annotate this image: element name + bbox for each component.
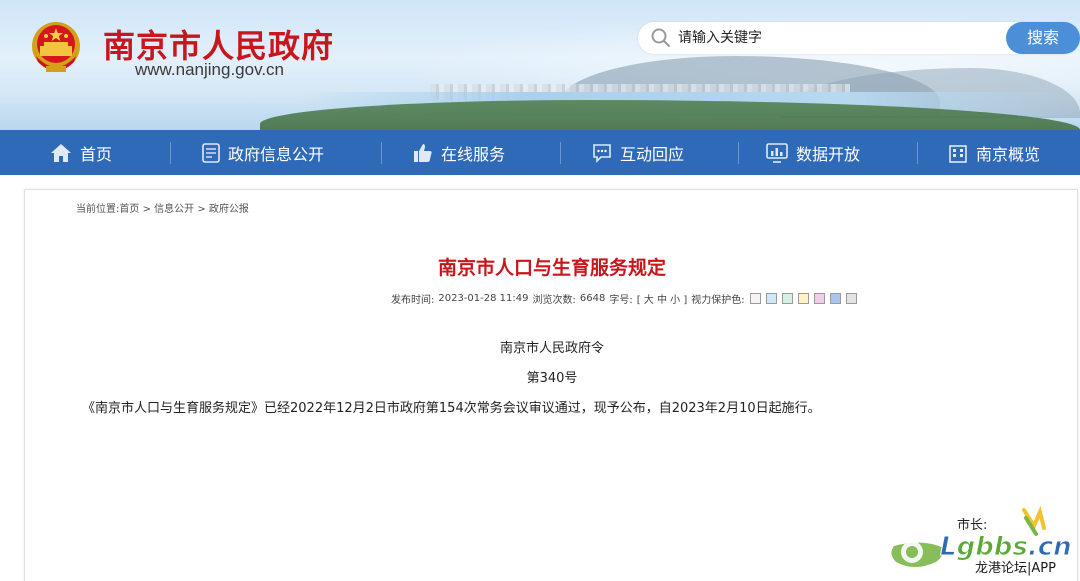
article-title: 南京市人口与生育服务规定 (437, 257, 666, 279)
nav-item-label: 首页 (80, 144, 113, 164)
nav-item-label: 数据开放 (796, 144, 861, 164)
chat-icon (593, 143, 611, 163)
publish-time: 2023-01-28 11:49 (438, 293, 529, 304)
nav-item-open-data[interactable]: 数据开放 (766, 130, 860, 175)
nav-item-label: 南京概览 (976, 144, 1041, 164)
eye-care-label: 视力保护色: (691, 295, 745, 306)
eye-care-swatch[interactable] (749, 293, 761, 304)
breadcrumb: 当前位置:首页 > 信息公开 > 政府公报 (76, 200, 249, 215)
nav-item-nanjing-overview[interactable]: 南京概览 (948, 130, 1040, 175)
eye-care-swatch[interactable] (829, 293, 841, 304)
nav-item-label: 政府信息公开 (228, 144, 325, 164)
nav-item-home[interactable]: 首页 (50, 130, 112, 175)
nav-divider (738, 142, 739, 164)
search-button[interactable]: 搜索 (1006, 22, 1080, 54)
issuer: 南京市人民政府令 (499, 341, 604, 356)
nav-divider (560, 142, 561, 164)
watermark-caption: 龙港论坛|APP (975, 561, 1056, 576)
search-input[interactable] (678, 26, 998, 50)
search-icon (651, 28, 670, 47)
national-emblem-icon (32, 22, 80, 72)
publish-time-label: 发布时间: (391, 295, 435, 306)
nav-item-gov-info[interactable]: 政府信息公开 (202, 130, 324, 175)
site-url[interactable]: www.nanjing.gov.cn (135, 60, 284, 80)
font-size-label: 字号: (609, 295, 633, 306)
main-nav: 首页 政府信息公开 在线服务 互动回应 数据开放 南京概览 (0, 130, 1080, 175)
font-size-switcher[interactable]: [ 大 中 小 ] (637, 291, 688, 306)
nav-item-label: 互动回应 (620, 144, 685, 164)
watermark-logo-text-l: L (940, 532, 957, 562)
nav-item-online-service[interactable]: 在线服务 (413, 130, 505, 175)
document-icon (202, 142, 220, 163)
article-body: 《南京市人口与生育服务规定》已经2022年12月2日市政府第154次常务会议审议… (82, 401, 821, 416)
breadcrumb-item-home[interactable]: 首页 (119, 204, 139, 215)
building-icon (949, 144, 967, 163)
breadcrumb-separator: > (197, 204, 206, 215)
monitor-chart-icon (766, 142, 788, 163)
nav-item-interaction[interactable]: 互动回应 (592, 130, 684, 175)
nav-item-label: 在线服务 (441, 144, 506, 164)
eye-care-swatch[interactable] (781, 293, 793, 304)
home-icon (51, 143, 71, 162)
eye-care-swatch[interactable] (797, 293, 809, 304)
nav-divider (170, 142, 171, 164)
nav-divider (381, 142, 382, 164)
eye-care-swatch[interactable] (845, 293, 857, 304)
breadcrumb-item-gazette[interactable]: 政府公报 (209, 204, 249, 215)
views-label: 浏览次数: (532, 295, 576, 306)
order-number: 第340号 (526, 371, 578, 386)
breadcrumb-separator: > (142, 204, 151, 215)
eye-care-swatch[interactable] (813, 293, 825, 304)
breadcrumb-item-info[interactable]: 信息公开 (154, 204, 194, 215)
thumbs-up-icon (414, 143, 432, 162)
views-count: 6648 (579, 293, 606, 304)
breadcrumb-prefix: 当前位置: (76, 204, 120, 215)
nav-divider (917, 142, 918, 164)
article-meta: 发布时间: 2023-01-28 11:49 浏览次数: 6648 字号: [ … (391, 291, 857, 306)
eye-care-swatch[interactable] (765, 293, 777, 304)
